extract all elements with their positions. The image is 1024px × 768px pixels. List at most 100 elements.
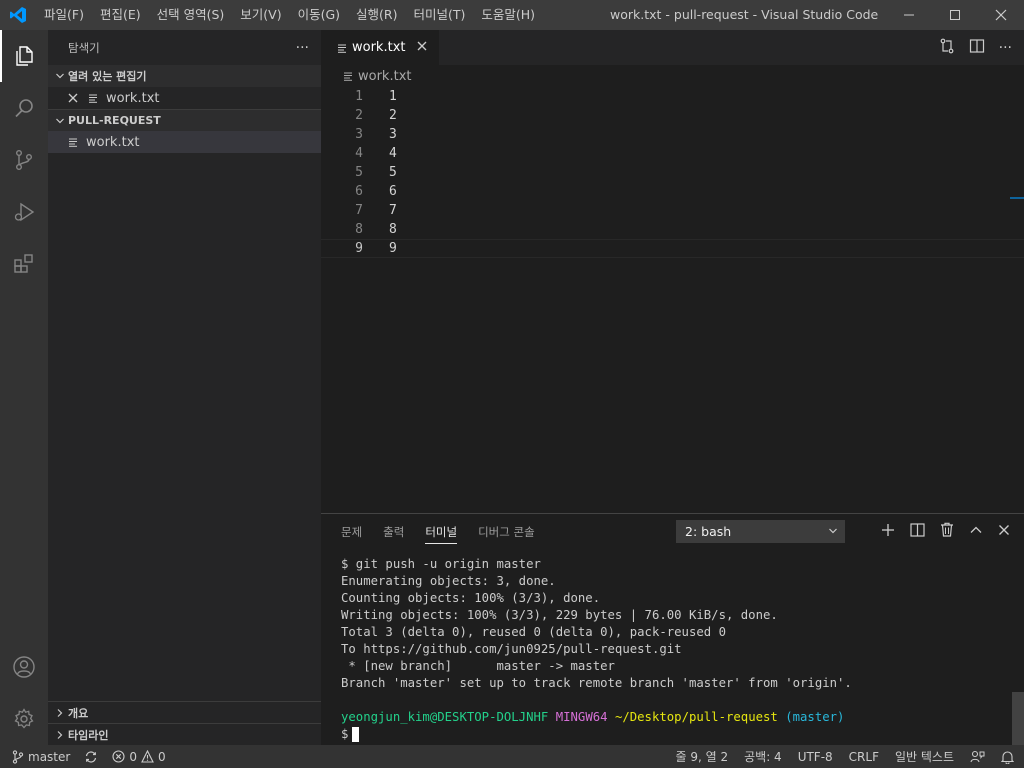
breadcrumb[interactable]: work.txt bbox=[321, 65, 1024, 87]
file-tree-item[interactable]: work.txt bbox=[48, 131, 321, 153]
notifications-button[interactable] bbox=[1001, 750, 1014, 764]
menu-run[interactable]: 실행(R) bbox=[348, 0, 405, 30]
timeline-section[interactable]: 타임라인 bbox=[48, 723, 321, 745]
code-line-current[interactable]: 99 bbox=[321, 239, 1024, 258]
line-text[interactable]: 7 bbox=[363, 203, 397, 218]
code-line[interactable]: 88 bbox=[321, 220, 1024, 239]
explorer-header: 탐색기 ··· bbox=[48, 30, 321, 65]
line-text[interactable]: 1 bbox=[363, 89, 397, 104]
line-text[interactable]: 3 bbox=[363, 127, 397, 142]
files-icon bbox=[16, 46, 33, 66]
tab-problems[interactable]: 문제 bbox=[341, 514, 362, 549]
breadcrumb-file[interactable]: work.txt bbox=[358, 69, 411, 84]
close-panel-button[interactable] bbox=[998, 524, 1010, 540]
editor-area: work.txt ··· work.txt 1 1 2 2 3 3 4 4 5 … bbox=[321, 30, 1024, 513]
menu-selection[interactable]: 선택 영역(S) bbox=[149, 0, 233, 30]
code-line[interactable]: 22 bbox=[321, 106, 1024, 125]
menu-view[interactable]: 보기(V) bbox=[232, 0, 289, 30]
extensions-button[interactable] bbox=[0, 238, 48, 290]
editor-more-button[interactable]: ··· bbox=[999, 40, 1012, 56]
tab-debug-console[interactable]: 디버그 콘솔 bbox=[478, 514, 535, 549]
line-number: 2 bbox=[355, 108, 363, 123]
terminal-line: Branch 'master' set up to track remote b… bbox=[341, 676, 852, 690]
folder-section[interactable]: PULL-REQUEST bbox=[48, 109, 321, 131]
explorer-button[interactable] bbox=[0, 30, 48, 82]
language-mode[interactable]: 일반 텍스트 bbox=[895, 748, 954, 765]
git-branch-icon bbox=[12, 749, 24, 764]
prompt-path: ~/Desktop/pull-request bbox=[614, 710, 778, 724]
sync-button[interactable] bbox=[84, 750, 98, 764]
line-text[interactable]: 4 bbox=[363, 146, 397, 161]
warning-count: 0 bbox=[157, 749, 166, 764]
status-left: master 0 0 bbox=[0, 750, 166, 764]
menu-edit[interactable]: 편집(E) bbox=[92, 0, 149, 30]
file-tree-filename: work.txt bbox=[86, 134, 140, 150]
terminal-line: $ git push -u origin master bbox=[341, 557, 541, 571]
account-icon bbox=[13, 656, 35, 678]
branch-name: master bbox=[28, 749, 71, 764]
error-count: 0 bbox=[129, 749, 137, 764]
terminal-output[interactable]: $ git push -u origin master Enumerating … bbox=[321, 549, 1024, 743]
menu-file[interactable]: 파일(F) bbox=[36, 0, 92, 30]
warning-icon bbox=[141, 750, 154, 763]
code-line[interactable]: 77 bbox=[321, 201, 1024, 220]
cursor-position[interactable]: 줄 9, 열 2 bbox=[676, 748, 729, 765]
manage-button[interactable] bbox=[0, 693, 48, 745]
accounts-button[interactable] bbox=[0, 641, 48, 693]
line-text[interactable]: 2 bbox=[363, 108, 397, 123]
run-debug-button[interactable] bbox=[0, 186, 48, 238]
indentation-status[interactable]: 공백: 4 bbox=[744, 748, 782, 765]
line-text[interactable]: 6 bbox=[363, 184, 397, 199]
code-line[interactable]: 55 bbox=[321, 163, 1024, 182]
outline-section[interactable]: 개요 bbox=[48, 701, 321, 723]
minimize-button[interactable] bbox=[886, 0, 932, 30]
menu-terminal[interactable]: 터미널(T) bbox=[406, 0, 474, 30]
text-file-icon bbox=[88, 93, 102, 103]
close-icon[interactable] bbox=[68, 93, 82, 103]
terminal-line: * [new branch] master -> master bbox=[341, 659, 615, 673]
maximize-panel-button[interactable] bbox=[969, 523, 983, 541]
trash-icon bbox=[941, 522, 953, 537]
run-debug-icon bbox=[14, 202, 35, 222]
terminal-scrollbar[interactable] bbox=[1012, 692, 1024, 746]
maximize-button[interactable] bbox=[932, 0, 978, 30]
feedback-button[interactable] bbox=[970, 750, 985, 764]
line-text[interactable]: 9 bbox=[363, 241, 397, 256]
editor-tabs: work.txt ··· bbox=[321, 30, 1024, 65]
tab-terminal[interactable]: 터미널 bbox=[425, 514, 457, 549]
open-editors-section[interactable]: 열려 있는 편집기 bbox=[48, 65, 321, 87]
split-terminal-button[interactable] bbox=[910, 522, 925, 541]
terminal-select[interactable]: 2: bash bbox=[676, 520, 845, 543]
source-control-button[interactable] bbox=[0, 134, 48, 186]
more-actions-button[interactable]: ··· bbox=[296, 40, 309, 56]
split-editor-button[interactable] bbox=[969, 38, 985, 58]
branch-status[interactable]: master bbox=[12, 750, 70, 764]
close-tab-button[interactable] bbox=[417, 40, 427, 55]
close-window-button[interactable] bbox=[978, 0, 1024, 30]
line-text[interactable]: 8 bbox=[363, 222, 397, 237]
code-editor[interactable]: 11 22 33 44 55 66 77 88 99 bbox=[321, 87, 1024, 258]
tab-work-txt[interactable]: work.txt bbox=[321, 30, 439, 65]
kill-terminal-button[interactable] bbox=[940, 522, 954, 541]
code-line[interactable]: 33 bbox=[321, 125, 1024, 144]
open-editor-item[interactable]: work.txt bbox=[48, 87, 321, 109]
problems-status[interactable]: 0 0 bbox=[112, 749, 166, 764]
code-line[interactable]: 44 bbox=[321, 144, 1024, 163]
terminal-input-line[interactable]: $ bbox=[341, 726, 1024, 743]
menu-go[interactable]: 이동(G) bbox=[290, 0, 348, 30]
open-changes-button[interactable] bbox=[939, 38, 955, 58]
code-line[interactable]: 66 bbox=[321, 182, 1024, 201]
chevron-down-icon bbox=[52, 71, 68, 81]
code-line[interactable]: 11 bbox=[321, 87, 1024, 106]
chevron-right-icon bbox=[52, 730, 68, 740]
error-icon bbox=[112, 750, 125, 763]
explorer-sidebar: 탐색기 ··· 열려 있는 편집기 work.txt PULL-REQUEST … bbox=[48, 30, 321, 745]
search-button[interactable] bbox=[0, 82, 48, 134]
encoding-status[interactable]: UTF-8 bbox=[798, 750, 833, 764]
eol-status[interactable]: CRLF bbox=[849, 750, 879, 764]
new-terminal-button[interactable] bbox=[881, 523, 895, 541]
tab-output[interactable]: 출력 bbox=[383, 514, 404, 549]
line-text[interactable]: 5 bbox=[363, 165, 397, 180]
line-number: 3 bbox=[355, 127, 363, 142]
